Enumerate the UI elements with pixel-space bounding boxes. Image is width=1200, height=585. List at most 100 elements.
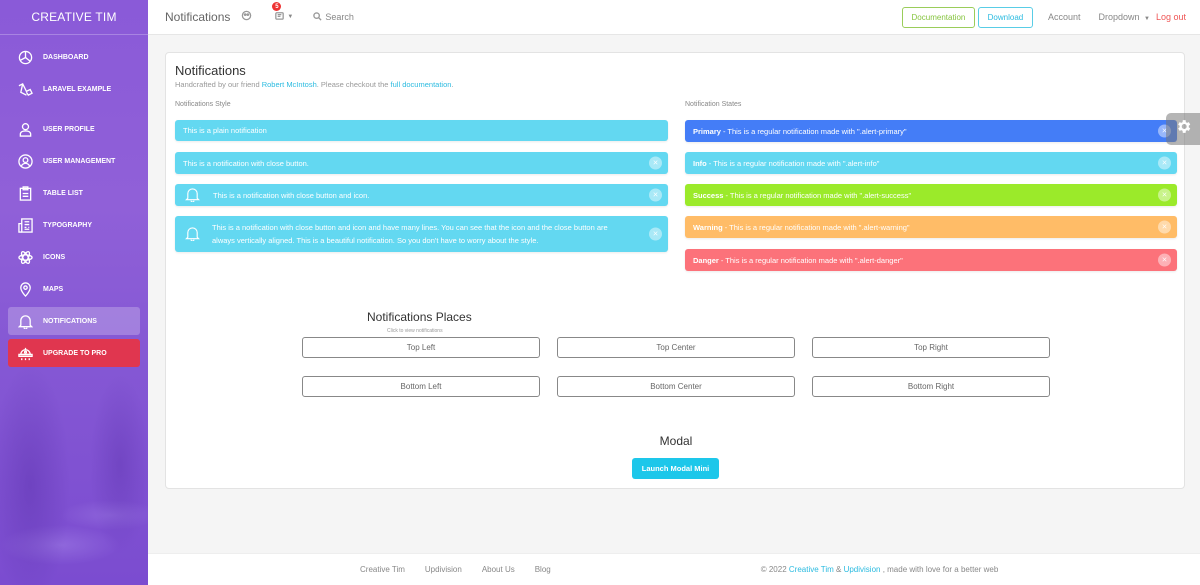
subtitle-text: . Please checkout the [316,80,391,89]
sidebar-item-label: Upgrade to PRO [43,349,107,357]
alert-state-label: Primary [693,126,721,136]
success-notification: Success - This is a regular notification… [685,184,1177,206]
creative-tim-link[interactable]: Creative Tim [789,565,834,574]
bell-icon [17,313,33,329]
alert-text: - This is a regular notification made wi… [722,126,907,136]
palette-icon [241,8,252,26]
search-placeholder: Search [325,12,354,22]
footer-link-about-us[interactable]: About Us [482,565,515,574]
updivision-link[interactable]: Updivision [844,565,881,574]
search-input[interactable]: Search [313,11,354,23]
sidebar-item-label: Maps [43,285,64,293]
notifications-style-label: Notifications Style [175,101,231,108]
sidebar-item-upgrade-to-pro[interactable]: Upgrade to PRO [8,339,140,367]
atom-icon [17,249,33,265]
alert-text: This is a notification with close button… [183,158,309,168]
sidebar-item-user-management[interactable]: User Management [8,147,140,175]
logout-link[interactable]: Log out [1156,12,1186,22]
page-title: Notifications [165,10,231,24]
close-icon[interactable]: × [1158,220,1171,234]
sidebar-item-icons[interactable]: Icons [8,243,140,271]
launch-modal-mini-button[interactable]: Launch Modal Mini [632,458,719,479]
sidebar-item-label: Typography [43,221,93,229]
sidebar-item-label: Dashboard [43,53,89,61]
sidebar-item-label: Table List [43,189,83,197]
alert-text: This is a notification with close button… [213,190,370,200]
navbar-right: Documentation Download Account Dropdown … [901,6,1200,28]
alert-state-label: Warning [693,222,723,232]
sidebar-item-typography[interactable]: Typography [8,211,140,239]
footer-links: Creative Tim Updivision About Us Blog [360,565,571,574]
alert-text: This is a plain notification [183,126,267,135]
subtitle-text: Handcrafted by our friend [175,80,262,89]
brand-logo[interactable]: CREATIVE TIM [0,0,148,35]
laravel-icon [17,81,33,97]
settings-toggle[interactable] [1166,113,1200,145]
copyright-text: & [833,565,844,574]
top-navbar: Notifications 5 ▼ Search Documentation D… [148,0,1200,35]
bottom-left-button[interactable]: Bottom Left [302,376,540,397]
full-documentation-link[interactable]: full documentation [391,80,452,89]
sidebar-item-maps[interactable]: Maps [8,275,140,303]
copyright: © 2022 Creative Tim & Updivision , made … [761,565,999,574]
sidebar-item-notifications[interactable]: Notifications [8,307,140,335]
sidebar-item-table-list[interactable]: Table List [8,179,140,207]
subtitle-text: . [451,80,454,89]
plain-notification: This is a plain notification [175,120,668,141]
notifications-card: Notifications Handcrafted by our friend … [165,52,1185,489]
sidebar-item-laravel-example[interactable]: Laravel Example [8,75,140,103]
modal-section-title: Modal [659,434,693,448]
user-icon [17,121,33,137]
account-link[interactable]: Account [1048,12,1081,22]
bell-icon [185,187,201,203]
bottom-center-button[interactable]: Bottom Center [557,376,795,397]
multiline-notification: This is a notification with close button… [175,216,668,252]
chart-pie-icon [17,49,33,65]
primary-notification: Primary - This is a regular notification… [685,120,1177,142]
footer-link-creative-tim[interactable]: Creative Tim [360,565,405,574]
footer-link-blog[interactable]: Blog [535,565,551,574]
alert-state-label: Info [693,158,707,168]
close-icon[interactable]: × [649,156,662,170]
bottom-right-button[interactable]: Bottom Right [812,376,1050,397]
sidebar-item-dashboard[interactable]: Dashboard [8,43,140,71]
paper-icon [17,217,33,233]
dropdown-label: Dropdown [1098,12,1140,22]
download-button[interactable]: Download [977,6,1033,28]
dashboard-toggle-button[interactable] [241,8,252,26]
close-icon[interactable]: × [649,188,662,202]
close-icon[interactable]: × [649,227,662,241]
top-center-button[interactable]: Top Center [557,337,795,358]
alert-text: - This is a regular notification made wi… [720,255,903,265]
warning-notification: Warning - This is a regular notification… [685,216,1177,238]
alert-text: - This is a regular notification made wi… [724,222,910,232]
close-icon[interactable]: × [1158,188,1171,202]
sidebar-item-user-profile[interactable]: User Profile [8,115,140,143]
robert-mcintosh-link[interactable]: Robert McIntosh [262,80,317,89]
documentation-button[interactable]: Documentation [901,6,975,28]
danger-notification: Danger - This is a regular notification … [685,249,1177,271]
clipboard-icon [17,185,33,201]
sidebar-item-label: Icons [43,253,66,261]
footer: Creative Tim Updivision About Us Blog © … [148,553,1200,585]
sidebar-item-label: User Management [43,157,116,165]
copyright-text: © 2022 [760,565,789,574]
card-subtitle: Handcrafted by our friend Robert McIntos… [175,80,454,89]
card-title: Notifications [175,63,246,78]
alert-text: - This is a regular notification made wi… [725,190,912,200]
top-left-button[interactable]: Top Left [302,337,540,358]
alert-text: This is a notification with close button… [212,223,608,245]
dropdown-menu[interactable]: Dropdown ▼ [1098,12,1150,22]
close-icon[interactable]: × [1158,253,1171,267]
close-icon[interactable]: × [1158,156,1171,170]
gear-icon [1175,118,1192,140]
sidebar-item-label: Laravel Example [43,85,112,93]
alert-state-label: Danger [693,255,719,265]
notifications-dropdown[interactable]: 5 ▼ [272,2,293,26]
info-notification: Info - This is a regular notification ma… [685,152,1177,174]
sidebar: CREATIVE TIM Dashboard Laravel Example U… [0,0,148,585]
sidebar-item-label: Notifications [43,317,97,325]
footer-link-updivision[interactable]: Updivision [425,565,462,574]
alert-state-label: Success [693,190,724,200]
top-right-button[interactable]: Top Right [812,337,1050,358]
